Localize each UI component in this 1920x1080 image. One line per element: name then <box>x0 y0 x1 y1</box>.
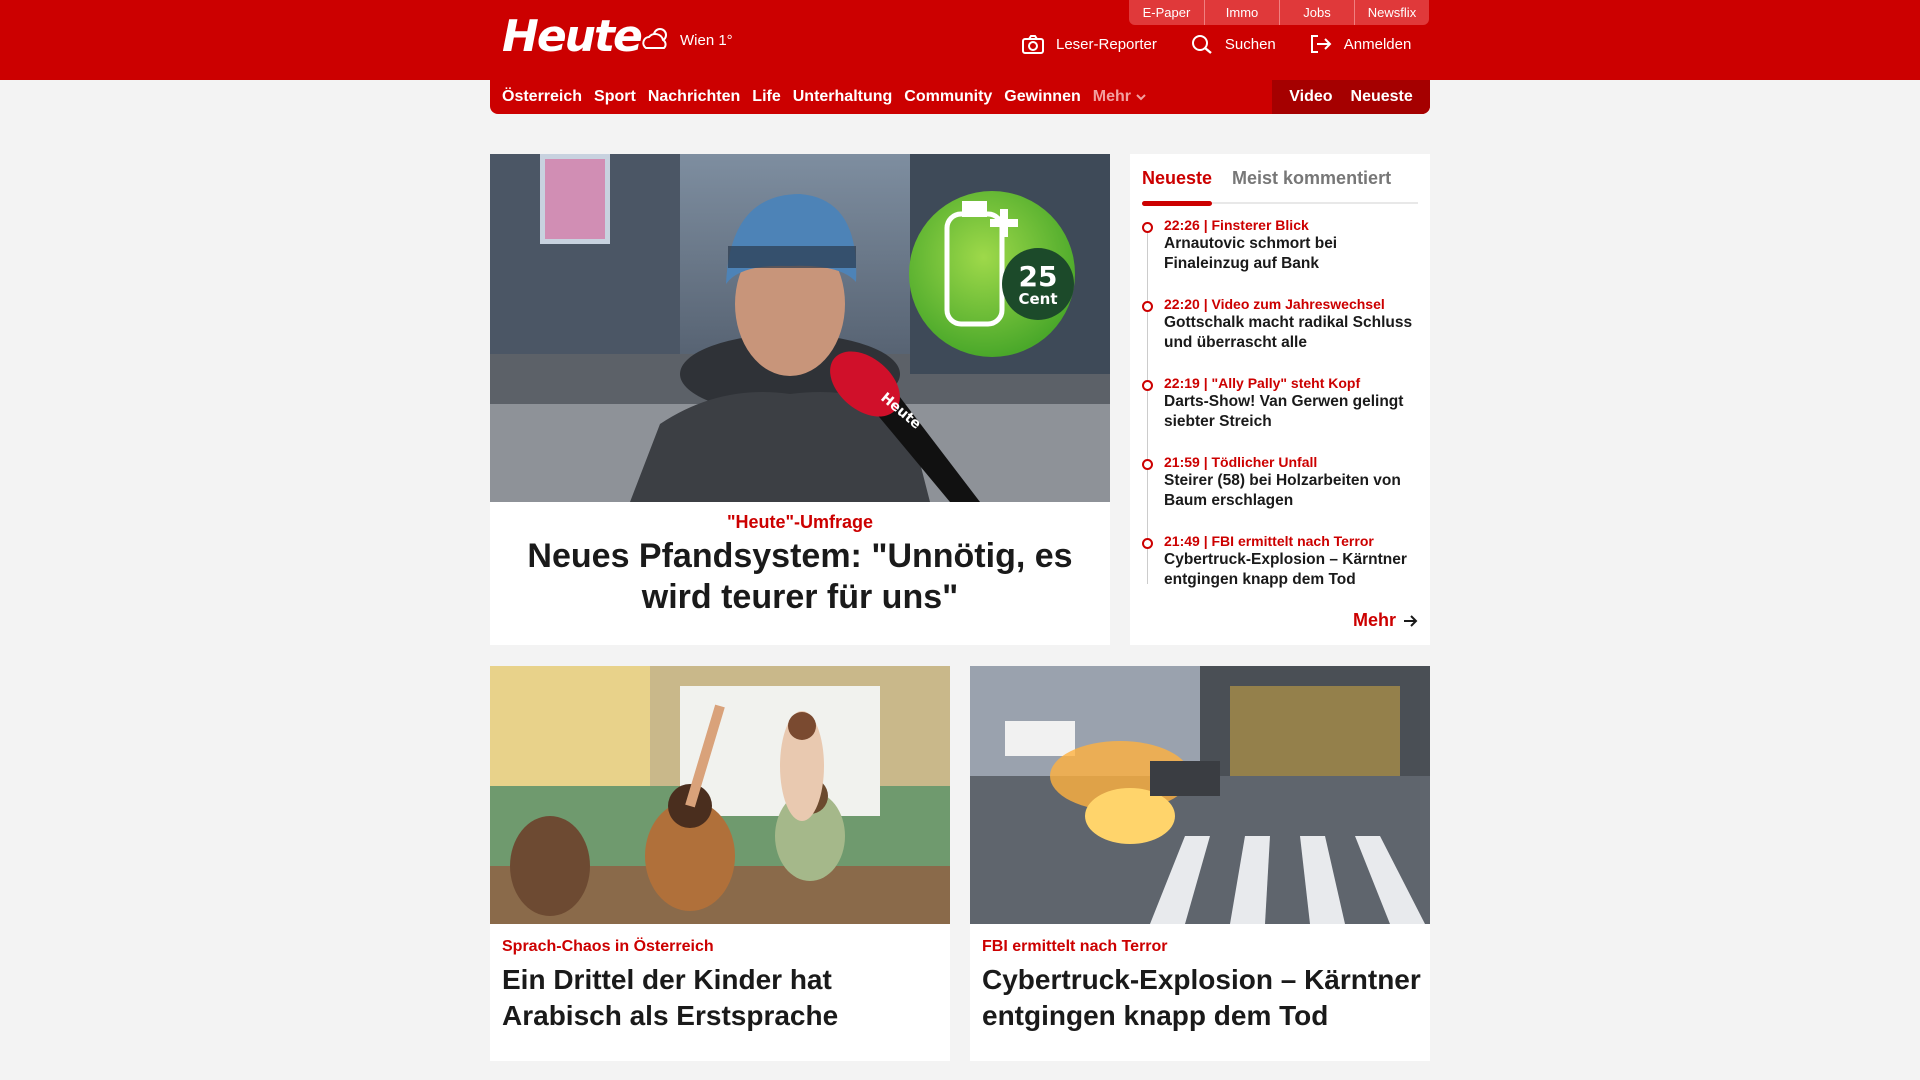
latest-news-sidebar: Neueste Meist kommentiert 22:26 | Finste… <box>1130 154 1430 645</box>
news-timeline: 22:26 | Finsterer Blick Arnautovic schmo… <box>1142 216 1424 611</box>
utility-links: Leser-Reporter Suchen Anmelden <box>1022 34 1411 54</box>
timeline-meta: 21:49 | FBI ermittelt nach Terror <box>1164 533 1374 549</box>
nav-more-label: Mehr <box>1092 88 1131 105</box>
timeline-dot-icon <box>1142 222 1153 233</box>
nav-item-unterhaltung[interactable]: Unterhaltung <box>793 88 893 106</box>
service-bar: E-Paper Immo Jobs Newsflix <box>1129 0 1429 25</box>
timeline-item[interactable]: 22:19 | "Ally Pally" steht Kopf Darts-Sh… <box>1142 374 1424 453</box>
search-icon <box>1191 35 1212 54</box>
search-link[interactable]: Suchen <box>1191 34 1276 54</box>
weather-widget[interactable]: Wien 1° <box>640 26 733 54</box>
article-card-cybertruck[interactable]: FBI ermittelt nach Terror Cybertruck-Exp… <box>970 666 1430 1061</box>
cybertruck-explosion-image <box>970 666 1430 924</box>
login-icon <box>1310 35 1332 53</box>
search-label: Suchen <box>1224 35 1276 53</box>
badge-unit: Cent <box>1018 290 1057 308</box>
camera-icon <box>1022 35 1044 54</box>
classroom-image <box>490 666 950 924</box>
timeline-title: Arnautovic schmort bei Finaleinzug auf B… <box>1164 235 1338 272</box>
timeline-dot-icon <box>1142 380 1153 391</box>
nav-item-video[interactable]: Video <box>1289 88 1332 106</box>
timeline-meta: 22:19 | "Ally Pally" steht Kopf <box>1164 375 1361 391</box>
tab-meist-kommentiert[interactable]: Meist kommentiert <box>1232 162 1391 204</box>
card-headline[interactable]: Ein Drittel der Kinder hat Arabisch als … <box>502 962 942 1034</box>
service-link-newsflix[interactable]: Newsflix <box>1354 0 1429 25</box>
nav-more-dropdown[interactable]: Mehr <box>1093 88 1147 106</box>
service-link-jobs[interactable]: Jobs <box>1279 0 1354 25</box>
chevron-down-icon <box>1136 94 1146 101</box>
weather-cloud-icon <box>642 28 667 49</box>
leser-reporter-label: Leser-Reporter <box>1056 35 1157 53</box>
nav-right-group: Video Neueste <box>1272 80 1430 114</box>
article-card-sprach-chaos[interactable]: Sprach-Chaos in Österreich Ein Drittel d… <box>490 666 950 1061</box>
login-link[interactable]: Anmelden <box>1310 34 1412 54</box>
site-header <box>0 0 1920 80</box>
leser-reporter-link[interactable]: Leser-Reporter <box>1022 34 1157 54</box>
timeline-title: Gottschalk macht radikal Schluss und übe… <box>1164 314 1413 351</box>
heute-logo[interactable]: Heute <box>502 12 643 62</box>
hero-headline[interactable]: Neues Pfandsystem: "Unnötig, es wird teu… <box>500 536 1100 618</box>
hero-kicker: "Heute"-Umfrage <box>726 512 874 532</box>
weather-label: Wien 1° <box>680 31 733 49</box>
main-nav: Österreich Sport Nachrichten Life Unterh… <box>490 80 1430 114</box>
sidebar-tabs: Neueste Meist kommentiert <box>1142 162 1418 206</box>
nav-item-gewinnen[interactable]: Gewinnen <box>1004 88 1080 106</box>
timeline-meta: 22:26 | Finsterer Blick <box>1164 217 1309 233</box>
nav-item-oesterreich[interactable]: Österreich <box>502 88 582 106</box>
timeline-dot-icon <box>1142 459 1153 470</box>
nav-item-community[interactable]: Community <box>904 88 992 106</box>
card-kicker: FBI ermittelt nach Terror <box>982 938 1168 955</box>
timeline-item[interactable]: 21:49 | FBI ermittelt nach Terror Cybert… <box>1142 532 1424 611</box>
timeline-title: Steirer (58) bei Holzarbeiten von Baum e… <box>1164 472 1401 509</box>
timeline-meta: 22:20 | Video zum Jahreswechsel <box>1164 296 1385 312</box>
timeline-dot-icon <box>1142 538 1153 549</box>
badge-value: 25 <box>1019 260 1058 293</box>
hero-illustration: Heute 25 Cent <box>490 154 1110 502</box>
timeline-item[interactable]: 22:26 | Finsterer Blick Arnautovic schmo… <box>1142 216 1424 295</box>
timeline-title: Cybertruck-Explosion – Kärntner entginge… <box>1164 551 1407 588</box>
hero-article[interactable]: Heute 25 Cent "Heute"-Umfrage Neues Pfan… <box>490 154 1110 645</box>
card-kicker: Sprach-Chaos in Österreich <box>502 938 714 955</box>
card-headline[interactable]: Cybertruck-Explosion – Kärntner entginge… <box>982 962 1422 1034</box>
nav-item-nachrichten[interactable]: Nachrichten <box>648 88 740 106</box>
sidebar-more-link[interactable]: Mehr <box>1353 610 1418 631</box>
hero-image: Heute 25 Cent <box>490 154 1110 502</box>
timeline-dot-icon <box>1142 301 1153 312</box>
login-label: Anmelden <box>1343 35 1412 53</box>
timeline-title: Darts-Show! Van Gerwen gelingt siebter S… <box>1164 393 1404 430</box>
timeline-item[interactable]: 22:20 | Video zum Jahreswechsel Gottscha… <box>1142 295 1424 374</box>
sidebar-more-label: Mehr <box>1352 610 1396 630</box>
nav-item-neueste[interactable]: Neueste <box>1351 88 1413 106</box>
arrow-right-icon <box>1404 614 1418 627</box>
timeline-meta: 21:59 | Tödlicher Unfall <box>1164 454 1318 470</box>
tab-neueste[interactable]: Neueste <box>1142 162 1213 206</box>
nav-item-sport[interactable]: Sport <box>594 88 636 106</box>
nav-item-life[interactable]: Life <box>752 88 780 106</box>
service-link-immo[interactable]: Immo <box>1204 0 1279 25</box>
service-link-epaper[interactable]: E-Paper <box>1129 0 1204 25</box>
timeline-item[interactable]: 21:59 | Tödlicher Unfall Steirer (58) be… <box>1142 453 1424 532</box>
